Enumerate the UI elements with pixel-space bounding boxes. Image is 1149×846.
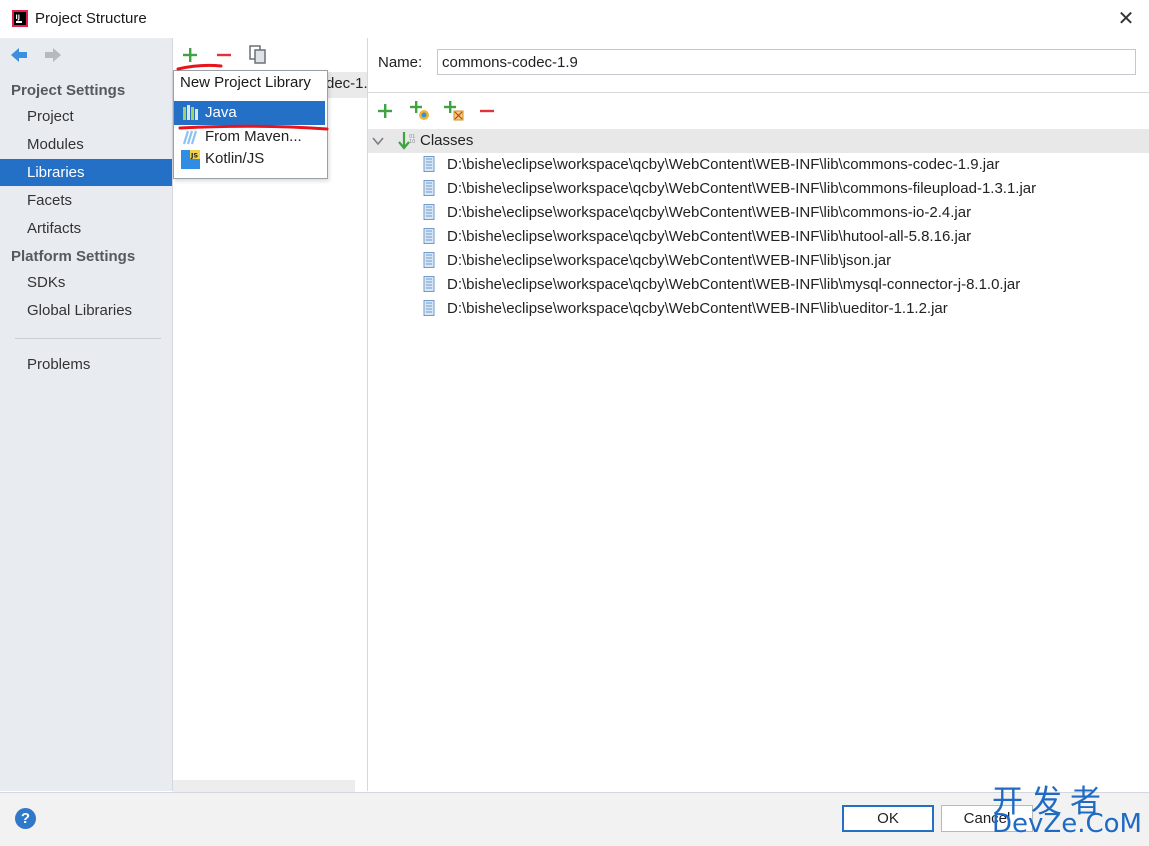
- help-button[interactable]: ?: [15, 808, 36, 829]
- close-icon[interactable]: ✕: [1115, 8, 1137, 30]
- jar-list-item[interactable]: D:\bishe\eclipse\workspace\qcby\WebConte…: [420, 249, 891, 273]
- jar-list-item[interactable]: D:\bishe\eclipse\workspace\qcby\WebConte…: [420, 225, 971, 249]
- project-settings-heading: Project Settings: [11, 82, 126, 99]
- sidebar-item-artifacts[interactable]: Artifacts: [0, 215, 172, 242]
- exclude-icon[interactable]: [443, 100, 465, 122]
- sidebar-item-sdks[interactable]: SDKs: [0, 269, 172, 296]
- kotlin-js-icon: JS: [181, 150, 200, 169]
- jar-path: D:\bishe\eclipse\workspace\qcby\WebConte…: [447, 156, 1000, 173]
- classes-label: Classes: [420, 132, 474, 149]
- sidebar-item-project[interactable]: Project: [0, 103, 172, 130]
- jar-list-item[interactable]: D:\bishe\eclipse\workspace\qcby\WebConte…: [420, 177, 1036, 201]
- horizontal-scrollbar[interactable]: [173, 780, 355, 792]
- add-url-icon[interactable]: [409, 100, 431, 122]
- classes-tree-node[interactable]: [368, 129, 1149, 153]
- jar-path: D:\bishe\eclipse\workspace\qcby\WebConte…: [447, 252, 892, 269]
- sidebar-item-modules[interactable]: Modules: [0, 131, 172, 158]
- window-title: Project Structure: [35, 10, 147, 27]
- classes-icon: 01 10: [398, 132, 415, 150]
- forward-arrow-icon[interactable]: [42, 44, 64, 66]
- toolbar-divider: [368, 92, 1149, 93]
- sidebar-divider: [15, 338, 161, 339]
- popup-item-kotlin-js[interactable]: Kotlin/JS: [205, 150, 264, 167]
- jar-icon: [423, 252, 435, 268]
- jar-icon: [423, 228, 435, 244]
- svg-text:IJ: IJ: [16, 14, 20, 21]
- jar-icon: [423, 156, 435, 172]
- jar-path: D:\bishe\eclipse\workspace\qcby\WebConte…: [447, 180, 1037, 197]
- jar-path: D:\bishe\eclipse\workspace\qcby\WebConte…: [447, 228, 972, 245]
- jar-icon: [423, 276, 435, 292]
- sidebar-item-libraries[interactable]: Libraries: [0, 159, 172, 186]
- jar-icon: [423, 204, 435, 220]
- title-bar: [0, 0, 1149, 38]
- remove-root-icon[interactable]: [477, 101, 497, 121]
- svg-text:JS: JS: [190, 152, 198, 160]
- jar-list-item[interactable]: D:\bishe\eclipse\workspace\qcby\WebConte…: [420, 273, 1020, 297]
- popup-item-maven[interactable]: From Maven...: [205, 128, 302, 145]
- jar-icon: [423, 180, 435, 196]
- library-name-input[interactable]: [437, 49, 1136, 75]
- jar-path: D:\bishe\eclipse\workspace\qcby\WebConte…: [447, 300, 948, 317]
- chevron-down-icon[interactable]: [371, 134, 385, 148]
- java-library-icon: [183, 105, 198, 120]
- ok-button[interactable]: OK: [842, 805, 934, 832]
- platform-settings-heading: Platform Settings: [11, 248, 136, 265]
- sidebar-item-problems[interactable]: Problems: [0, 351, 172, 378]
- jar-list-item[interactable]: D:\bishe\eclipse\workspace\qcby\WebConte…: [420, 153, 999, 177]
- intellij-app-icon: IJ: [12, 10, 28, 27]
- maven-icon: [182, 130, 198, 145]
- svg-text:10: 10: [409, 139, 415, 145]
- jar-list-item[interactable]: D:\bishe\eclipse\workspace\qcby\WebConte…: [420, 201, 971, 225]
- remove-icon[interactable]: [214, 45, 234, 65]
- sidebar-item-facets[interactable]: Facets: [0, 187, 172, 214]
- watermark-en: DevZe.CoM: [992, 809, 1142, 839]
- popup-item-java-label: Java: [205, 104, 237, 121]
- copy-icon[interactable]: [248, 44, 268, 66]
- add-icon[interactable]: [180, 45, 200, 65]
- jar-icon: [423, 300, 435, 316]
- jar-path: D:\bishe\eclipse\workspace\qcby\WebConte…: [447, 204, 972, 221]
- jar-path: D:\bishe\eclipse\workspace\qcby\WebConte…: [447, 276, 1021, 293]
- sidebar-item-global-libraries[interactable]: Global Libraries: [0, 297, 172, 324]
- jar-list-item[interactable]: D:\bishe\eclipse\workspace\qcby\WebConte…: [420, 297, 948, 321]
- add-root-icon[interactable]: [375, 101, 395, 121]
- popup-title: New Project Library: [180, 74, 311, 91]
- library-list-item-label: dec-1.: [326, 75, 368, 92]
- back-arrow-icon[interactable]: [8, 44, 30, 66]
- name-label: Name:: [378, 54, 423, 71]
